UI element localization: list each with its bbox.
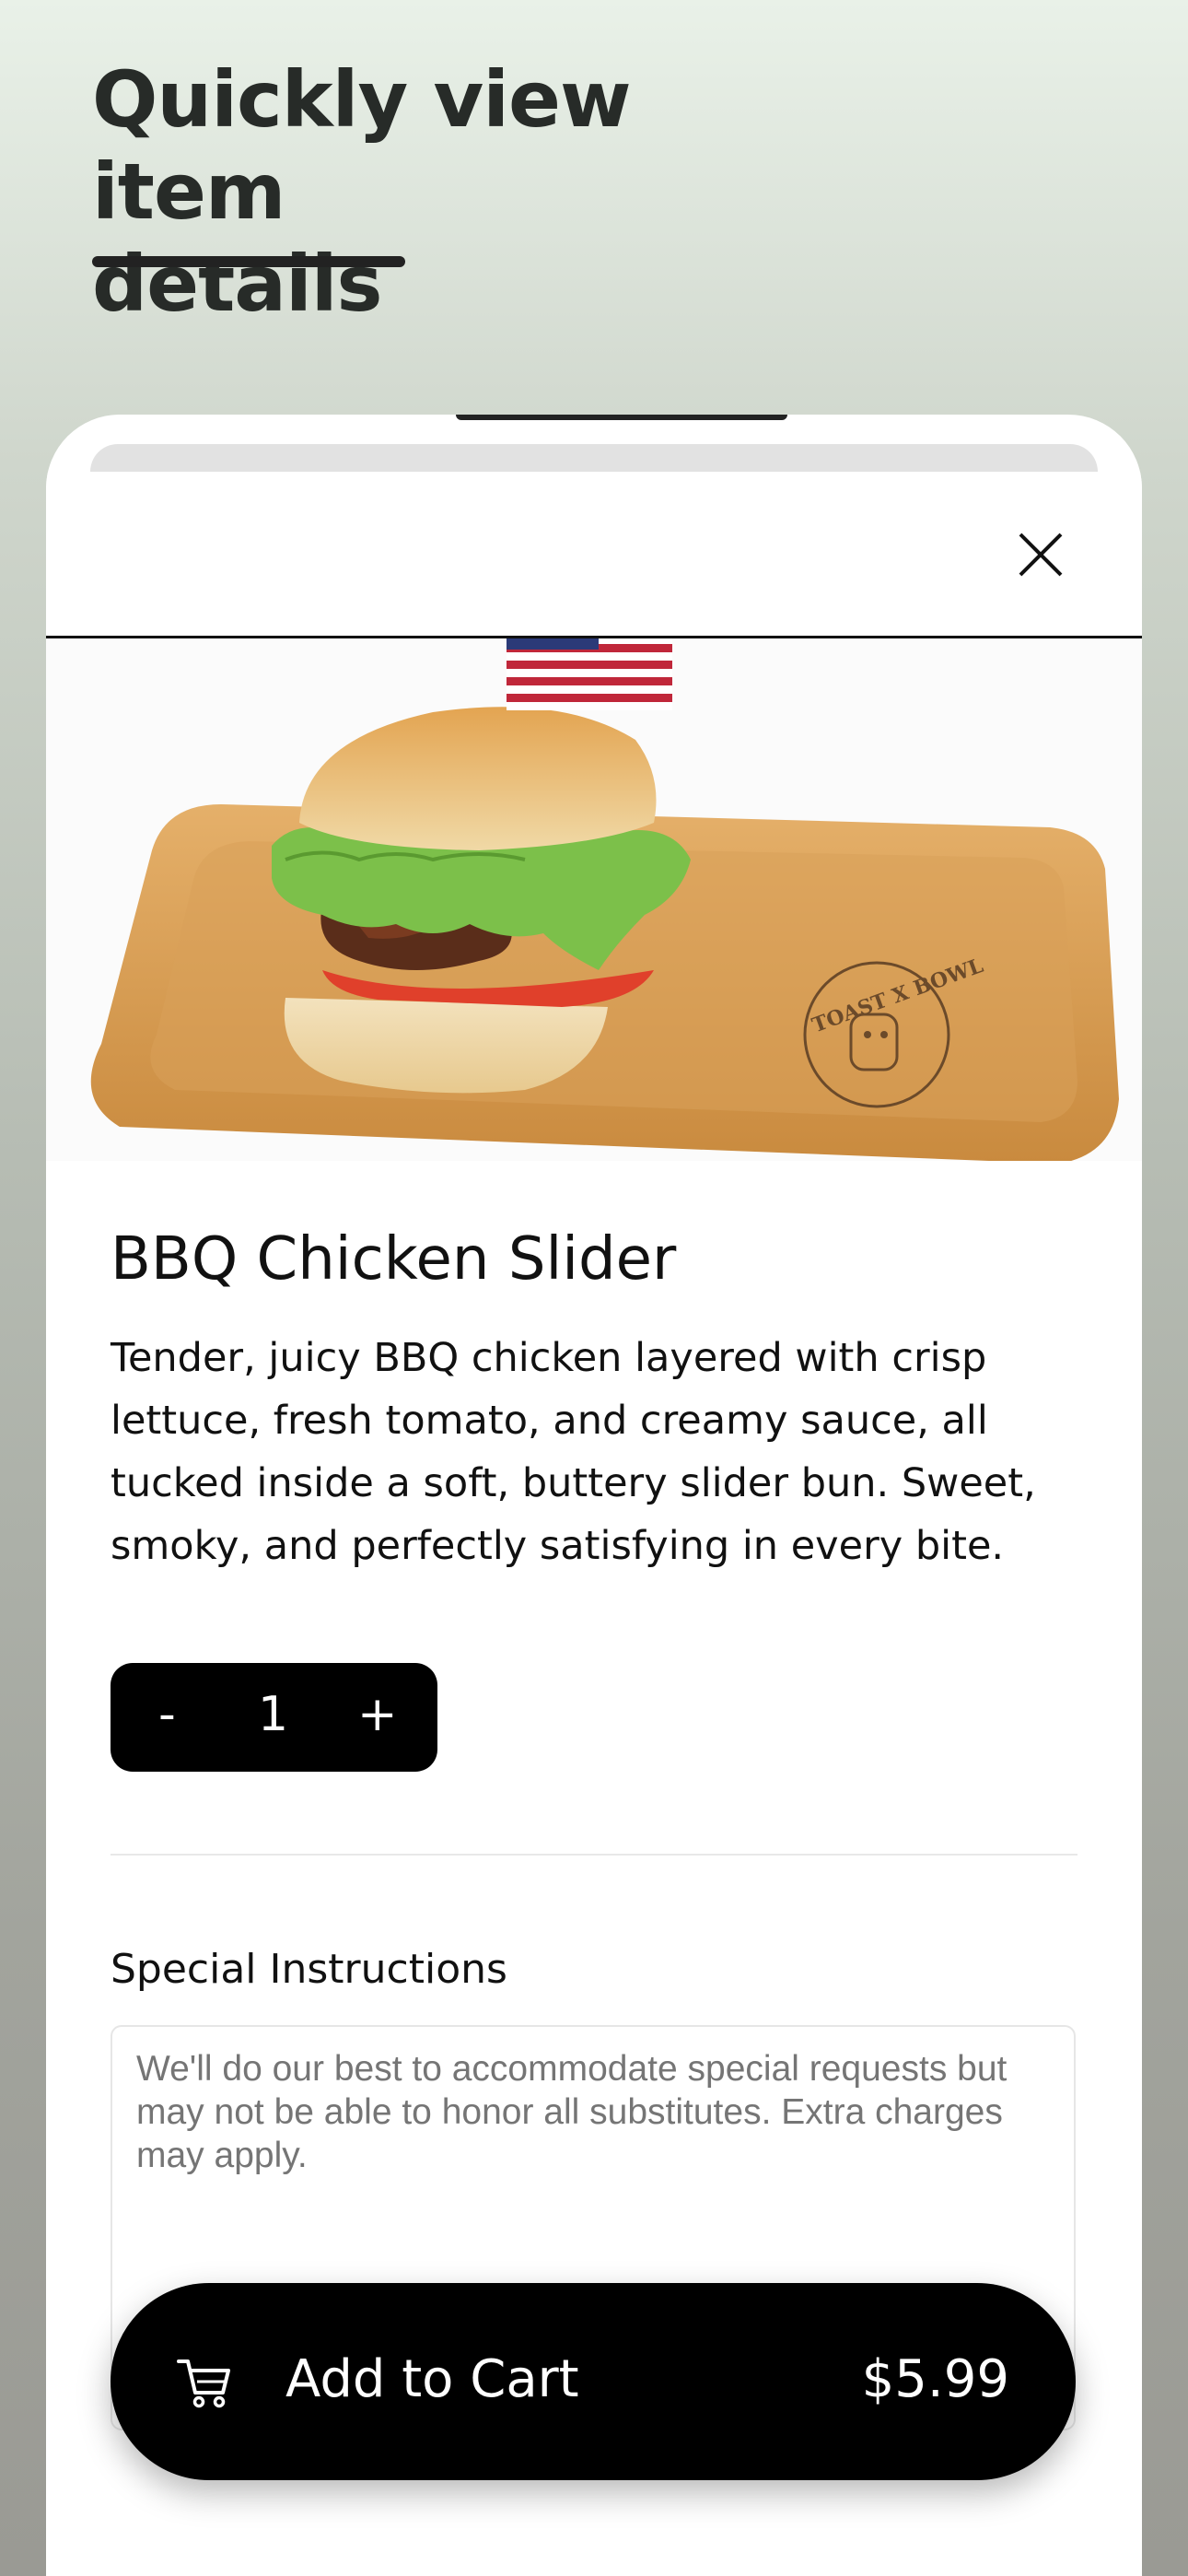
page-headline: Quickly view item details xyxy=(92,53,792,330)
add-to-cart-label: Add to Cart xyxy=(285,2349,579,2409)
item-description: Tender, juicy BBQ chicken layered with c… xyxy=(111,1335,1036,1569)
cart-icon xyxy=(177,2359,230,2408)
phone-notch xyxy=(456,415,787,420)
headline-underline xyxy=(92,256,405,267)
increase-quantity-button[interactable]: + xyxy=(357,1687,398,1742)
phone-frame: TOAST X BOWL BBQ Chicken Slider Tender, … xyxy=(46,415,1142,2576)
close-icon xyxy=(1019,533,1063,577)
special-instructions-label: Special Instructions xyxy=(111,1946,507,1993)
headline-line-2: details xyxy=(92,239,383,329)
flag-toothpick xyxy=(507,638,672,710)
item-photo: TOAST X BOWL xyxy=(46,638,1142,1161)
cart-price: $5.99 xyxy=(861,2349,1009,2409)
headline-line-1: Quickly view item xyxy=(92,54,632,237)
quantity-stepper: - 1 + xyxy=(111,1663,437,1772)
item-title: BBQ Chicken Slider xyxy=(111,1225,677,1294)
close-button[interactable] xyxy=(1013,527,1068,582)
section-divider xyxy=(111,1854,1077,1856)
item-sheet-header xyxy=(46,472,1142,638)
quantity-value: 1 xyxy=(258,1687,289,1742)
decrease-quantity-button[interactable]: - xyxy=(158,1687,176,1742)
add-to-cart-button[interactable]: Add to Cart $5.99 xyxy=(111,2283,1076,2480)
